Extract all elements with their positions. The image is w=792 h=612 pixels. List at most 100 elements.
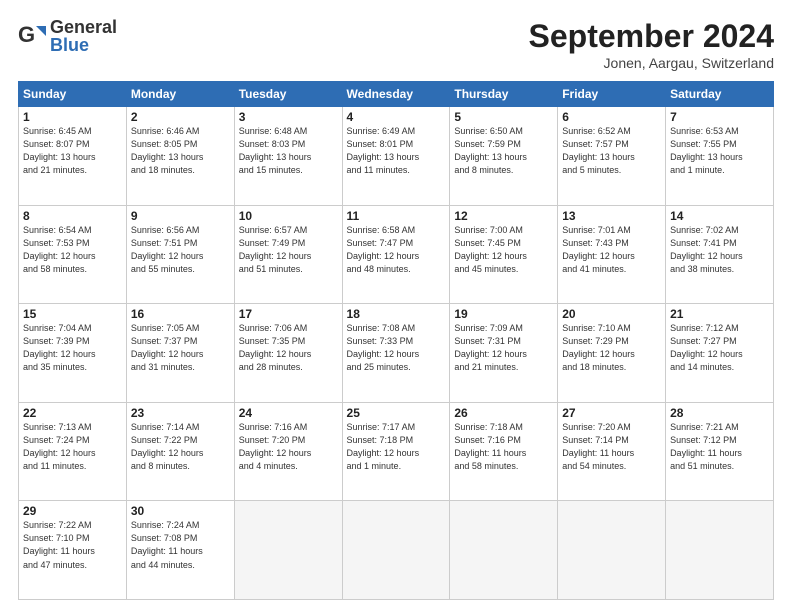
day-number: 20 bbox=[562, 307, 661, 321]
day-number: 17 bbox=[239, 307, 338, 321]
calendar-cell: 7Sunrise: 6:53 AM Sunset: 7:55 PM Daylig… bbox=[666, 107, 774, 206]
day-number: 3 bbox=[239, 110, 338, 124]
calendar-cell: 29Sunrise: 7:22 AM Sunset: 7:10 PM Dayli… bbox=[19, 501, 127, 600]
day-number: 18 bbox=[347, 307, 446, 321]
calendar-cell: 4Sunrise: 6:49 AM Sunset: 8:01 PM Daylig… bbox=[342, 107, 450, 206]
day-number: 15 bbox=[23, 307, 122, 321]
day-number: 13 bbox=[562, 209, 661, 223]
day-info: Sunrise: 6:45 AM Sunset: 8:07 PM Dayligh… bbox=[23, 125, 122, 177]
calendar-cell: 26Sunrise: 7:18 AM Sunset: 7:16 PM Dayli… bbox=[450, 402, 558, 501]
calendar-cell: 5Sunrise: 6:50 AM Sunset: 7:59 PM Daylig… bbox=[450, 107, 558, 206]
day-number: 10 bbox=[239, 209, 338, 223]
day-info: Sunrise: 7:14 AM Sunset: 7:22 PM Dayligh… bbox=[131, 421, 230, 473]
calendar-page: G General Blue September 2024 Jonen, Aar… bbox=[0, 0, 792, 612]
day-number: 23 bbox=[131, 406, 230, 420]
day-info: Sunrise: 6:56 AM Sunset: 7:51 PM Dayligh… bbox=[131, 224, 230, 276]
calendar-cell: 15Sunrise: 7:04 AM Sunset: 7:39 PM Dayli… bbox=[19, 304, 127, 403]
calendar-cell bbox=[234, 501, 342, 600]
calendar-cell: 27Sunrise: 7:20 AM Sunset: 7:14 PM Dayli… bbox=[558, 402, 666, 501]
calendar-cell: 21Sunrise: 7:12 AM Sunset: 7:27 PM Dayli… bbox=[666, 304, 774, 403]
calendar-table: SundayMondayTuesdayWednesdayThursdayFrid… bbox=[18, 81, 774, 600]
day-info: Sunrise: 7:22 AM Sunset: 7:10 PM Dayligh… bbox=[23, 519, 122, 571]
day-info: Sunrise: 7:00 AM Sunset: 7:45 PM Dayligh… bbox=[454, 224, 553, 276]
day-info: Sunrise: 6:54 AM Sunset: 7:53 PM Dayligh… bbox=[23, 224, 122, 276]
day-number: 24 bbox=[239, 406, 338, 420]
weekday-header-monday: Monday bbox=[126, 82, 234, 107]
calendar-cell bbox=[666, 501, 774, 600]
calendar-cell: 19Sunrise: 7:09 AM Sunset: 7:31 PM Dayli… bbox=[450, 304, 558, 403]
day-number: 25 bbox=[347, 406, 446, 420]
day-number: 27 bbox=[562, 406, 661, 420]
day-info: Sunrise: 7:09 AM Sunset: 7:31 PM Dayligh… bbox=[454, 322, 553, 374]
day-info: Sunrise: 7:24 AM Sunset: 7:08 PM Dayligh… bbox=[131, 519, 230, 571]
day-number: 5 bbox=[454, 110, 553, 124]
calendar-cell: 3Sunrise: 6:48 AM Sunset: 8:03 PM Daylig… bbox=[234, 107, 342, 206]
calendar-week-row: 8Sunrise: 6:54 AM Sunset: 7:53 PM Daylig… bbox=[19, 205, 774, 304]
day-number: 14 bbox=[670, 209, 769, 223]
day-info: Sunrise: 7:01 AM Sunset: 7:43 PM Dayligh… bbox=[562, 224, 661, 276]
calendar-cell bbox=[558, 501, 666, 600]
day-info: Sunrise: 6:53 AM Sunset: 7:55 PM Dayligh… bbox=[670, 125, 769, 177]
weekday-header-thursday: Thursday bbox=[450, 82, 558, 107]
weekday-header-sunday: Sunday bbox=[19, 82, 127, 107]
day-number: 9 bbox=[131, 209, 230, 223]
day-number: 28 bbox=[670, 406, 769, 420]
day-info: Sunrise: 7:02 AM Sunset: 7:41 PM Dayligh… bbox=[670, 224, 769, 276]
day-info: Sunrise: 6:50 AM Sunset: 7:59 PM Dayligh… bbox=[454, 125, 553, 177]
calendar-cell: 24Sunrise: 7:16 AM Sunset: 7:20 PM Dayli… bbox=[234, 402, 342, 501]
calendar-cell: 22Sunrise: 7:13 AM Sunset: 7:24 PM Dayli… bbox=[19, 402, 127, 501]
day-info: Sunrise: 6:46 AM Sunset: 8:05 PM Dayligh… bbox=[131, 125, 230, 177]
day-info: Sunrise: 6:49 AM Sunset: 8:01 PM Dayligh… bbox=[347, 125, 446, 177]
calendar-cell: 1Sunrise: 6:45 AM Sunset: 8:07 PM Daylig… bbox=[19, 107, 127, 206]
day-info: Sunrise: 7:21 AM Sunset: 7:12 PM Dayligh… bbox=[670, 421, 769, 473]
day-info: Sunrise: 7:05 AM Sunset: 7:37 PM Dayligh… bbox=[131, 322, 230, 374]
weekday-header-row: SundayMondayTuesdayWednesdayThursdayFrid… bbox=[19, 82, 774, 107]
day-number: 11 bbox=[347, 209, 446, 223]
weekday-header-wednesday: Wednesday bbox=[342, 82, 450, 107]
calendar-cell: 28Sunrise: 7:21 AM Sunset: 7:12 PM Dayli… bbox=[666, 402, 774, 501]
weekday-header-saturday: Saturday bbox=[666, 82, 774, 107]
day-number: 7 bbox=[670, 110, 769, 124]
title-block: September 2024 Jonen, Aargau, Switzerlan… bbox=[529, 18, 774, 71]
day-info: Sunrise: 6:52 AM Sunset: 7:57 PM Dayligh… bbox=[562, 125, 661, 177]
day-number: 26 bbox=[454, 406, 553, 420]
day-number: 8 bbox=[23, 209, 122, 223]
calendar-cell: 11Sunrise: 6:58 AM Sunset: 7:47 PM Dayli… bbox=[342, 205, 450, 304]
day-number: 30 bbox=[131, 504, 230, 518]
calendar-cell: 6Sunrise: 6:52 AM Sunset: 7:57 PM Daylig… bbox=[558, 107, 666, 206]
month-title: September 2024 bbox=[529, 18, 774, 55]
calendar-cell: 16Sunrise: 7:05 AM Sunset: 7:37 PM Dayli… bbox=[126, 304, 234, 403]
day-info: Sunrise: 7:08 AM Sunset: 7:33 PM Dayligh… bbox=[347, 322, 446, 374]
logo-blue-text: Blue bbox=[50, 36, 117, 54]
calendar-cell: 30Sunrise: 7:24 AM Sunset: 7:08 PM Dayli… bbox=[126, 501, 234, 600]
day-info: Sunrise: 6:48 AM Sunset: 8:03 PM Dayligh… bbox=[239, 125, 338, 177]
logo-text: General Blue bbox=[50, 18, 117, 54]
calendar-cell: 13Sunrise: 7:01 AM Sunset: 7:43 PM Dayli… bbox=[558, 205, 666, 304]
day-number: 2 bbox=[131, 110, 230, 124]
day-info: Sunrise: 7:12 AM Sunset: 7:27 PM Dayligh… bbox=[670, 322, 769, 374]
day-info: Sunrise: 7:18 AM Sunset: 7:16 PM Dayligh… bbox=[454, 421, 553, 473]
day-info: Sunrise: 7:20 AM Sunset: 7:14 PM Dayligh… bbox=[562, 421, 661, 473]
day-number: 6 bbox=[562, 110, 661, 124]
header: G General Blue September 2024 Jonen, Aar… bbox=[18, 18, 774, 71]
day-info: Sunrise: 7:04 AM Sunset: 7:39 PM Dayligh… bbox=[23, 322, 122, 374]
calendar-cell: 14Sunrise: 7:02 AM Sunset: 7:41 PM Dayli… bbox=[666, 205, 774, 304]
day-info: Sunrise: 7:10 AM Sunset: 7:29 PM Dayligh… bbox=[562, 322, 661, 374]
day-info: Sunrise: 7:13 AM Sunset: 7:24 PM Dayligh… bbox=[23, 421, 122, 473]
calendar-cell: 2Sunrise: 6:46 AM Sunset: 8:05 PM Daylig… bbox=[126, 107, 234, 206]
calendar-cell: 25Sunrise: 7:17 AM Sunset: 7:18 PM Dayli… bbox=[342, 402, 450, 501]
weekday-header-friday: Friday bbox=[558, 82, 666, 107]
location-text: Jonen, Aargau, Switzerland bbox=[529, 55, 774, 71]
day-info: Sunrise: 7:16 AM Sunset: 7:20 PM Dayligh… bbox=[239, 421, 338, 473]
day-info: Sunrise: 7:17 AM Sunset: 7:18 PM Dayligh… bbox=[347, 421, 446, 473]
day-info: Sunrise: 6:57 AM Sunset: 7:49 PM Dayligh… bbox=[239, 224, 338, 276]
logo-general-text: General bbox=[50, 18, 117, 36]
calendar-cell: 10Sunrise: 6:57 AM Sunset: 7:49 PM Dayli… bbox=[234, 205, 342, 304]
calendar-cell: 18Sunrise: 7:08 AM Sunset: 7:33 PM Dayli… bbox=[342, 304, 450, 403]
calendar-cell bbox=[450, 501, 558, 600]
day-number: 29 bbox=[23, 504, 122, 518]
day-number: 22 bbox=[23, 406, 122, 420]
logo-icon: G bbox=[18, 22, 46, 50]
calendar-cell: 17Sunrise: 7:06 AM Sunset: 7:35 PM Dayli… bbox=[234, 304, 342, 403]
day-number: 21 bbox=[670, 307, 769, 321]
